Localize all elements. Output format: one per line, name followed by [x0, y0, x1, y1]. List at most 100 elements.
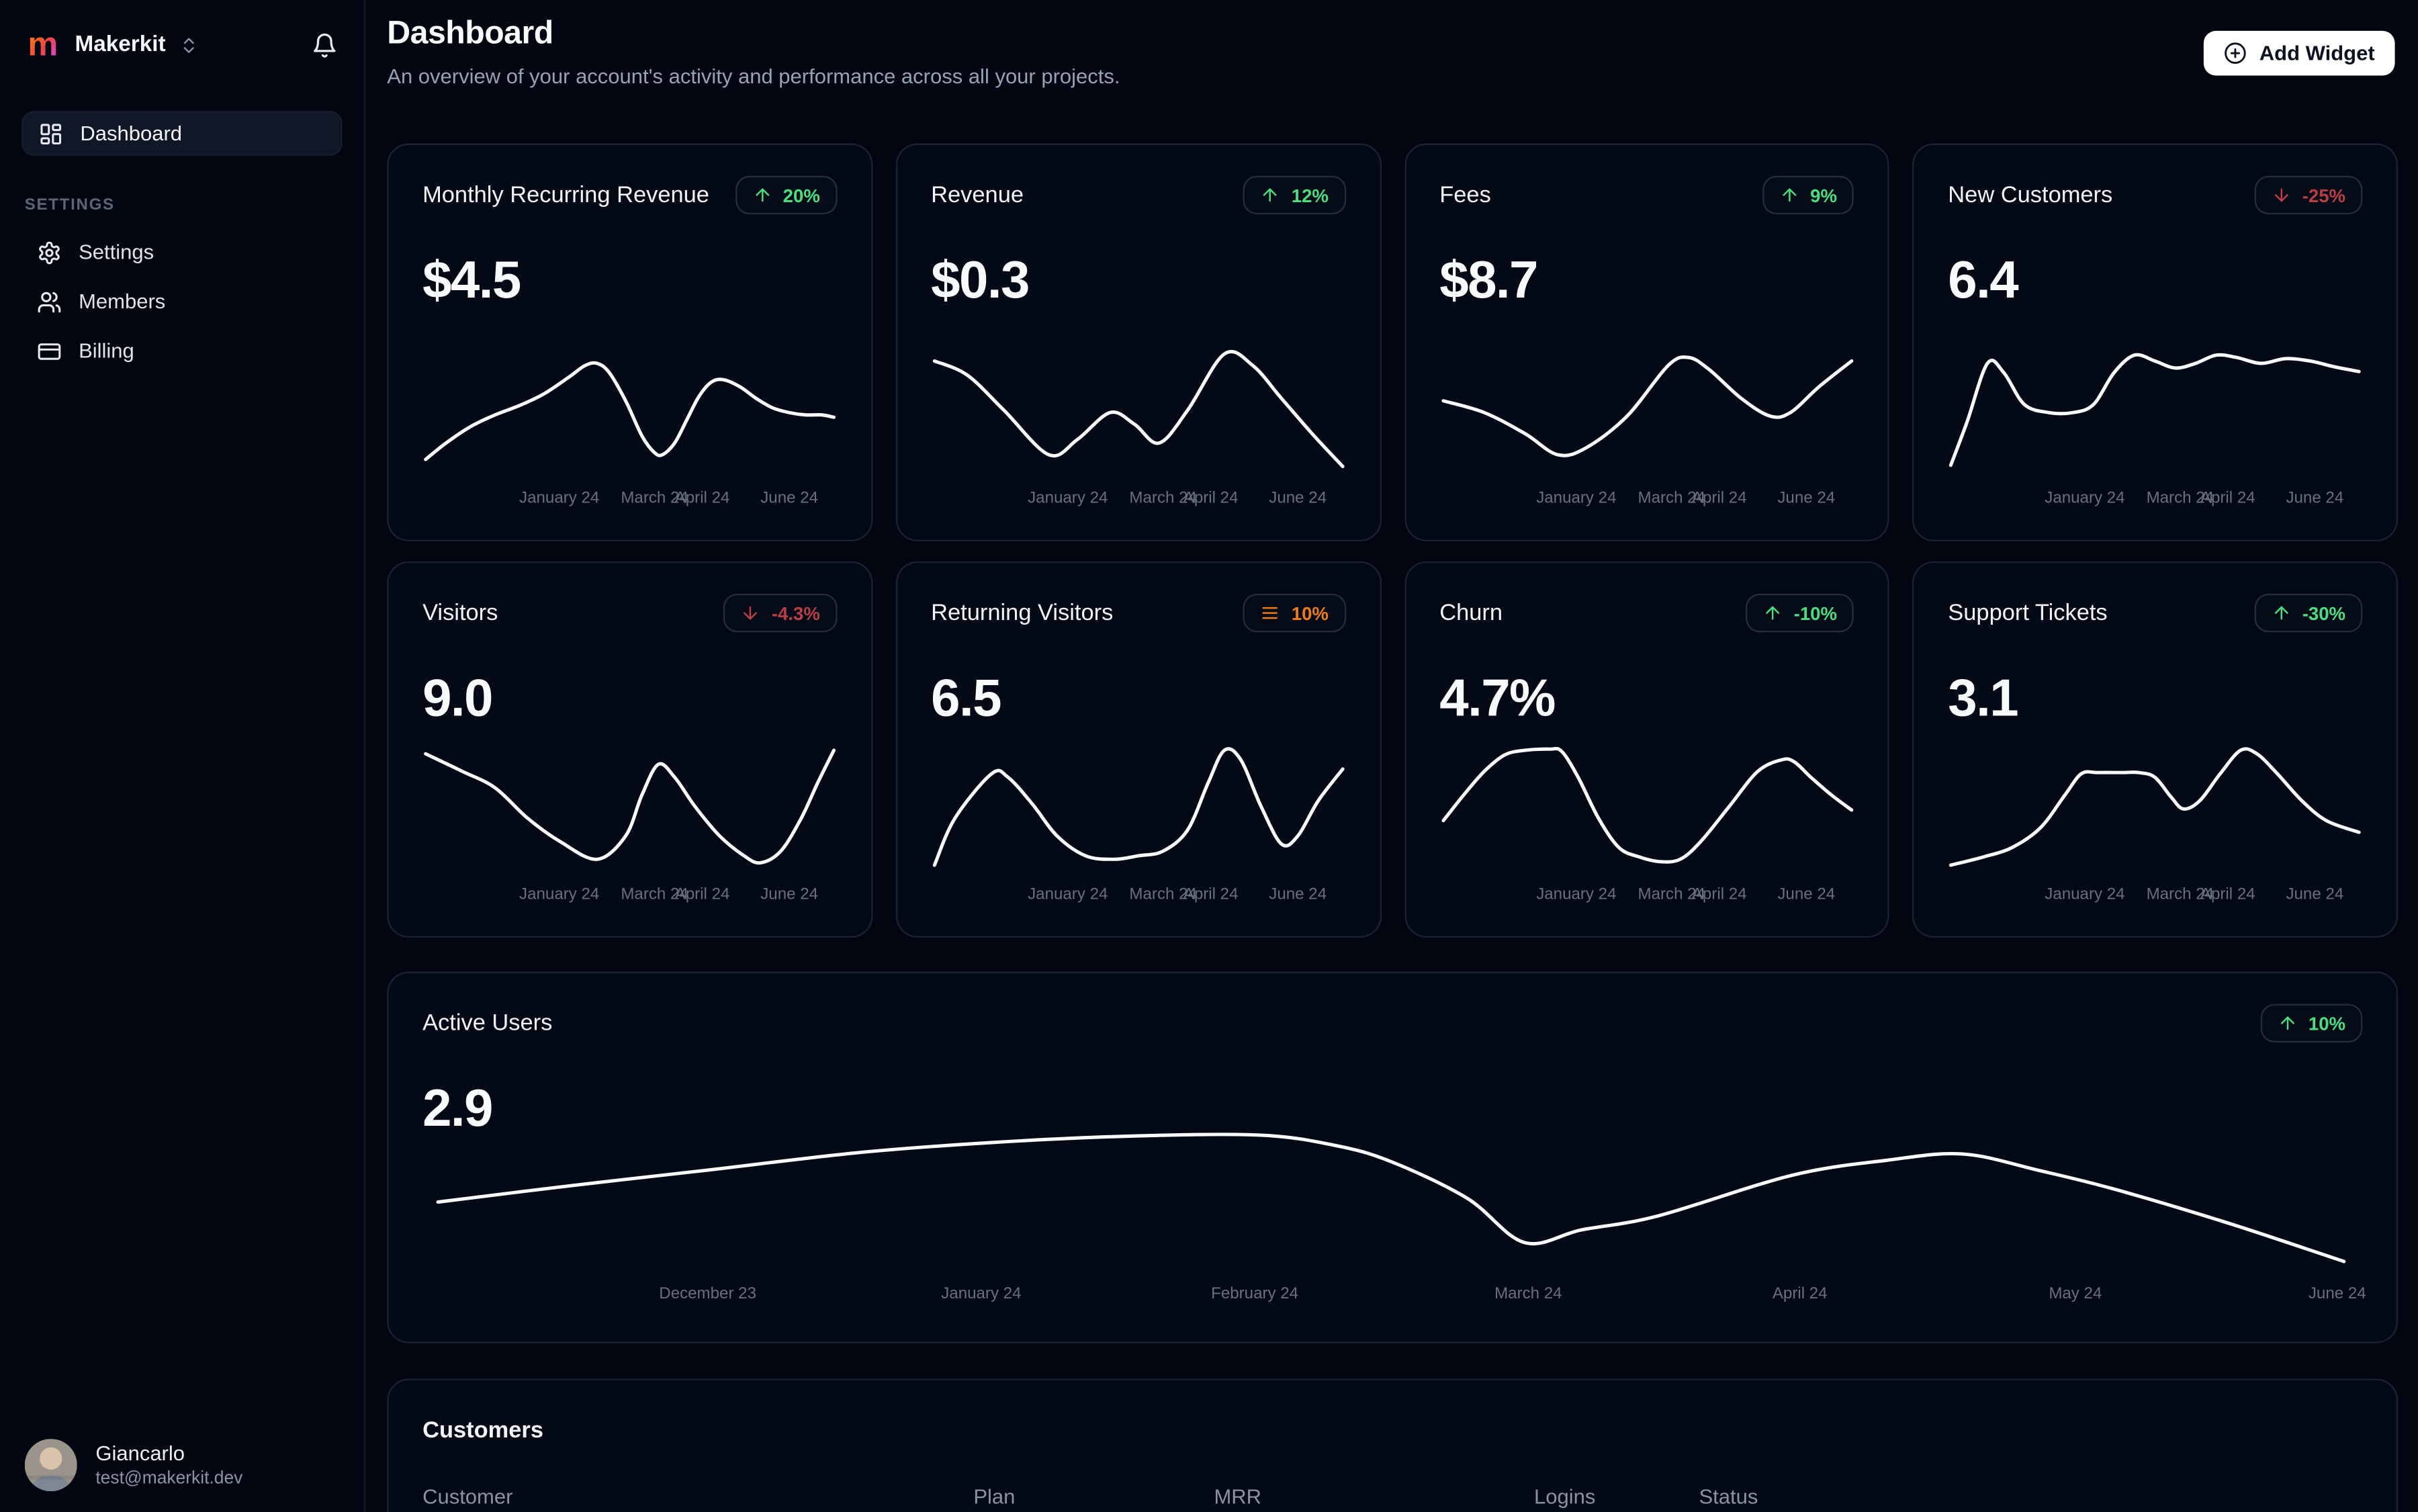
trend-badge: 9%	[1762, 175, 1854, 215]
trend-badge: 20%	[735, 175, 838, 215]
sidebar-item-billing[interactable]: Billing	[21, 328, 343, 373]
credit-card-icon	[37, 339, 62, 363]
menu-lines-icon	[1261, 603, 1281, 623]
x-axis-labels: December 23 January 24 February 24 March 24…	[659, 1284, 2366, 1304]
user-profile-button[interactable]: Giancarlo test@makerkit.dev	[24, 1437, 242, 1491]
trend-badge: -30%	[2254, 593, 2363, 633]
column-header-logins: Logins	[1533, 1484, 1596, 1509]
widget-title: New Customers	[1948, 181, 2113, 208]
sparkline-chart	[1443, 748, 1851, 865]
sidebar-item-label: Members	[79, 290, 166, 314]
widget-value: 6.5	[931, 669, 1001, 728]
widget-title: Churn	[1439, 600, 1503, 627]
app-window: m Makerkit Dashboard SETTINGS Settings M…	[0, 0, 2418, 1512]
active-users-chart	[438, 1135, 2344, 1261]
widget-card-revenue: Revenue 12% $0.3 January 24 March 24 April…	[895, 143, 1381, 541]
makerkit-logo-icon: m	[28, 24, 58, 64]
trend-value: 9%	[1810, 184, 1837, 206]
widget-title: Active Users	[422, 1010, 553, 1036]
sparkline-chart	[1951, 351, 2360, 468]
widget-title: Support Tickets	[1948, 600, 2108, 627]
widget-card-active-users: Active Users 10% 2.9 December 23 January …	[387, 971, 2399, 1343]
widget-card-new-customers: New Customers -25% 6.4 January 24 March 2…	[1912, 143, 2399, 541]
column-header-mrr: MRR	[1214, 1484, 1262, 1509]
x-axis-labels: January 24 March 24 April 24 June 24	[519, 885, 819, 904]
add-widget-label: Add Widget	[2259, 41, 2375, 65]
column-header-status: Status	[1699, 1484, 1758, 1509]
customers-table-header: Customer Plan MRR Logins Status	[389, 1485, 2397, 1508]
page-title: Dashboard	[387, 15, 553, 51]
sparkline-chart	[934, 748, 1343, 865]
trend-value: 10%	[1291, 602, 1329, 624]
x-axis-labels: January 24 March 24 April 24 June 24	[1028, 488, 1327, 508]
arrow-down-icon	[741, 603, 761, 623]
widget-title: Revenue	[931, 181, 1024, 208]
trend-value: -4.3%	[771, 602, 820, 624]
trend-value: -30%	[2302, 602, 2346, 624]
sidebar-item-settings[interactable]: Settings	[21, 230, 343, 275]
sidebar-item-label: Settings	[79, 240, 154, 264]
arrow-up-icon	[1779, 185, 1799, 206]
widget-title: Returning Visitors	[931, 600, 1114, 627]
trend-value: -25%	[2302, 184, 2346, 206]
arrow-up-icon	[2278, 1013, 2298, 1033]
customers-title: Customers	[422, 1417, 543, 1443]
trend-badge: -4.3%	[723, 593, 838, 633]
trend-badge: 10%	[2260, 1004, 2363, 1043]
widget-title: Monthly Recurring Revenue	[422, 181, 709, 208]
widget-title: Visitors	[422, 600, 498, 627]
users-icon	[37, 289, 62, 314]
sidebar-nav: Dashboard SETTINGS Settings Members Bill…	[21, 111, 343, 373]
x-axis-labels: January 24 March 24 April 24 June 24	[2045, 885, 2344, 904]
widget-card-visitors: Visitors -4.3% 9.0 January 24 March 24 Apr…	[387, 561, 872, 938]
widget-title: Fees	[1439, 181, 1491, 208]
widget-value: 2.9	[422, 1079, 493, 1139]
trend-badge: 12%	[1243, 175, 1346, 215]
arrow-up-icon	[1261, 185, 1281, 206]
arrow-up-icon	[752, 185, 772, 206]
sparkline-chart	[426, 748, 834, 865]
x-axis-labels: January 24 March 24 April 24 June 24	[1536, 885, 1836, 904]
sparkline-chart	[934, 351, 1343, 468]
widget-value: $0.3	[931, 251, 1030, 310]
sidebar-section-settings-label: SETTINGS	[24, 195, 115, 215]
page-subtitle: An overview of your account's activity a…	[387, 64, 1120, 88]
workspace-name[interactable]: Makerkit	[75, 32, 165, 57]
widget-card-churn: Churn -10% 4.7% January 24 March 24 April …	[1404, 561, 1890, 938]
sparkline-chart	[426, 351, 834, 468]
sidebar-item-members[interactable]: Members	[21, 279, 343, 324]
widget-value: 9.0	[422, 669, 493, 728]
trend-value: 10%	[2308, 1012, 2346, 1034]
arrow-down-icon	[2272, 185, 2292, 206]
sidebar-settings-group: Settings Members Billing	[21, 230, 343, 373]
widget-grid: Monthly Recurring Revenue 20% $4.5 Janua…	[387, 143, 2399, 938]
widget-card-fees: Fees 9% $8.7 January 24 March 24 April 24 J…	[1404, 143, 1890, 541]
widget-card-support-tickets: Support Tickets -30% 3.1 January 24 March…	[1912, 561, 2399, 938]
widget-value: 3.1	[1948, 669, 2018, 728]
trend-value: 12%	[1291, 184, 1329, 206]
sidebar-item-label: Billing	[79, 339, 134, 363]
widget-value: $4.5	[422, 251, 521, 310]
arrow-up-icon	[2272, 603, 2292, 623]
avatar	[24, 1437, 77, 1491]
user-name: Giancarlo	[95, 1441, 185, 1464]
column-header-plan: Plan	[973, 1484, 1016, 1509]
arrow-up-icon	[1763, 603, 1783, 623]
x-axis-labels: January 24 March 24 April 24 June 24	[1028, 885, 1327, 904]
gear-icon	[37, 240, 62, 265]
chevrons-up-down-icon[interactable]	[179, 35, 199, 55]
add-widget-button[interactable]: Add Widget	[2204, 30, 2395, 76]
sparkline-chart	[1443, 351, 1851, 468]
x-axis-labels: January 24 March 24 April 24 June 24	[519, 488, 819, 508]
sidebar-item-dashboard[interactable]: Dashboard	[21, 111, 343, 156]
widget-value: 6.4	[1948, 251, 2018, 310]
main-content: Dashboard An overview of your account's …	[367, 0, 2418, 1512]
user-email: test@makerkit.dev	[95, 1468, 243, 1488]
widget-value: $8.7	[1439, 251, 1538, 310]
sidebar-item-label: Dashboard	[80, 122, 183, 145]
widget-value: 4.7%	[1439, 669, 1556, 728]
sidebar: m Makerkit Dashboard SETTINGS Settings M…	[0, 0, 366, 1512]
trend-badge: 10%	[1243, 593, 1346, 633]
notifications-bell-icon[interactable]	[307, 27, 343, 62]
user-meta: Giancarlo test@makerkit.dev	[95, 1441, 242, 1488]
